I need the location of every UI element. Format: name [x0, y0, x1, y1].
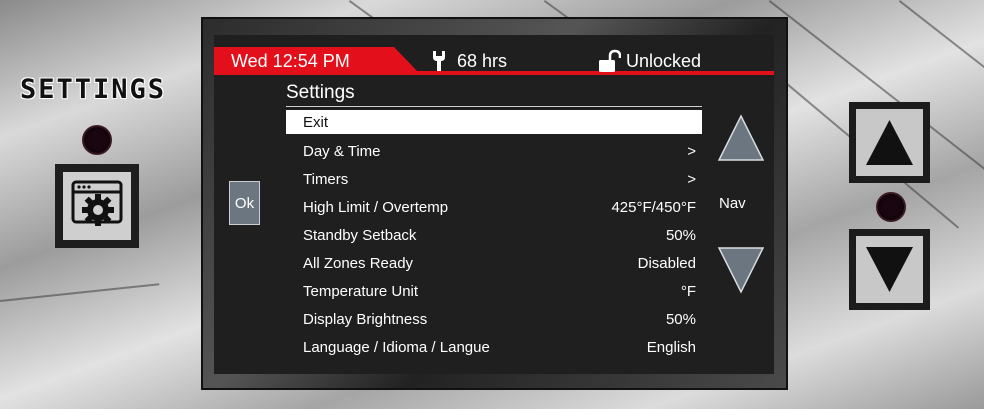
nav-up-button[interactable]: [716, 113, 766, 163]
unlocked-padlock-icon: [597, 49, 622, 78]
menu-item-all-zones-ready[interactable]: All Zones Ready Disabled: [286, 250, 702, 278]
ok-button[interactable]: Ok: [229, 181, 260, 225]
menu-item-label: Display Brightness: [303, 311, 428, 328]
triangle-down-icon: [717, 247, 765, 294]
menu-item-label: Language / Idioma / Langue: [303, 339, 490, 356]
menu-item-value: Disabled: [637, 255, 696, 272]
wrench-icon: [430, 50, 448, 77]
menu-item-day-time[interactable]: Day & Time >: [286, 138, 702, 166]
menu-item-label: All Zones Ready: [303, 255, 414, 272]
menu-item-label: Timers: [303, 171, 349, 188]
menu-item-timers[interactable]: Timers >: [286, 166, 702, 194]
submenu-chevron-icon: >: [687, 143, 696, 160]
status-datetime: Wed 12:54 PM: [231, 51, 350, 71]
menu-title-divider: [286, 106, 702, 107]
menu-item-language[interactable]: Language / Idioma / Langue English: [286, 334, 702, 362]
menu-item-value: °F: [680, 283, 696, 300]
menu-item-exit[interactable]: Exit: [286, 110, 702, 134]
settings-indicator-led: [82, 125, 112, 155]
menu-item-temperature-unit[interactable]: Temperature Unit °F: [286, 278, 702, 306]
bg-stripe: [0, 283, 160, 302]
status-lock-state: Unlocked: [626, 51, 702, 71]
settings-gear-window-icon: [63, 172, 131, 240]
menu-item-display-brightness[interactable]: Display Brightness 50%: [286, 306, 702, 334]
menu-item-high-limit[interactable]: High Limit / Overtemp 425°F/450°F: [286, 194, 702, 222]
settings-menu-list: Exit Day & Time > Timers > High Limit / …: [286, 110, 702, 362]
menu-item-value: 50%: [665, 311, 696, 328]
menu-item-label: Day & Time: [303, 143, 381, 160]
menu-item-label: Temperature Unit: [303, 283, 419, 300]
nav-indicator-led: [876, 192, 906, 222]
display-screen: Wed 12:54 PM 68 hrs Unlocked Settings Ex…: [214, 35, 774, 374]
menu-title: Settings: [286, 82, 355, 103]
menu-item-standby-setback[interactable]: Standby Setback 50%: [286, 222, 702, 250]
triangle-up-icon: [866, 120, 913, 165]
submenu-chevron-icon: >: [687, 171, 696, 188]
triangle-down-icon: [866, 247, 913, 292]
menu-item-value: English: [646, 339, 696, 356]
status-bar: Wed 12:54 PM 68 hrs Unlocked: [214, 35, 774, 75]
status-hours: 68 hrs: [457, 51, 508, 71]
settings-panel-label: SETTINGS: [19, 74, 167, 105]
nav-down-button[interactable]: [716, 245, 766, 295]
menu-item-label: Standby Setback: [303, 227, 417, 244]
bg-stripe: [898, 0, 984, 88]
nav-label: Nav: [719, 195, 746, 212]
hardware-up-button[interactable]: [849, 102, 930, 183]
menu-item-label: High Limit / Overtemp: [303, 199, 449, 216]
menu-item-value: 425°F/450°F: [611, 199, 696, 216]
triangle-up-icon: [717, 114, 765, 161]
menu-item-value: 50%: [665, 227, 696, 244]
hardware-down-button[interactable]: [849, 229, 930, 310]
menu-item-label: Exit: [303, 114, 329, 131]
settings-hardware-button[interactable]: [55, 164, 139, 248]
